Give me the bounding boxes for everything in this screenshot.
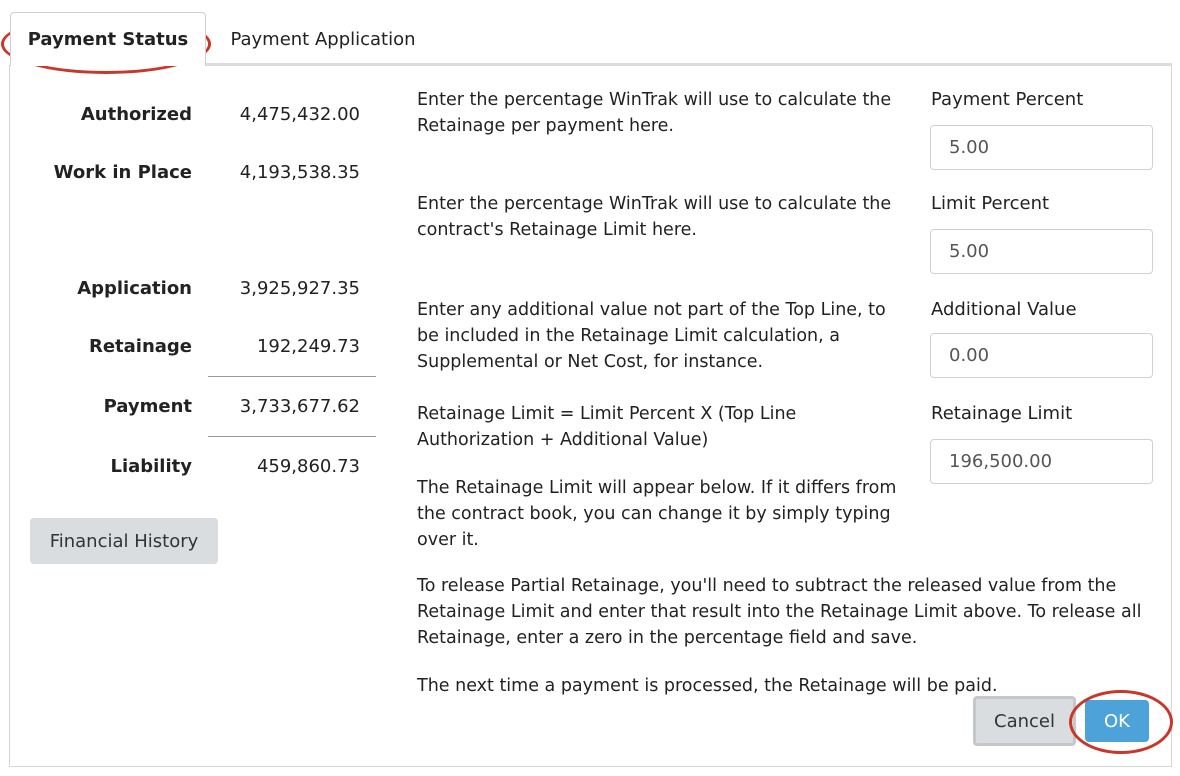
liability-label: Liability bbox=[110, 456, 192, 477]
additional-value-input[interactable] bbox=[930, 333, 1153, 378]
retainage-value: 192,249.73 bbox=[256, 336, 360, 357]
additional-value-label: Additional Value bbox=[931, 299, 1077, 320]
limit-percent-input[interactable] bbox=[930, 229, 1153, 274]
summary-divider bbox=[208, 436, 376, 437]
application-label: Application bbox=[77, 278, 192, 299]
retainage-limit-input[interactable] bbox=[930, 439, 1153, 484]
payment-percent-label: Payment Percent bbox=[931, 89, 1084, 110]
payment-label: Payment bbox=[103, 396, 192, 417]
ok-button[interactable]: OK bbox=[1085, 700, 1149, 742]
authorized-value: 4,475,432.00 bbox=[239, 104, 360, 125]
partial-release-note: To release Partial Retainage, you'll nee… bbox=[417, 576, 1142, 648]
payment-percent-instruction: Enter the percentage WinTrak will use to… bbox=[417, 90, 892, 136]
cancel-button[interactable]: Cancel bbox=[973, 696, 1076, 746]
payment-percent-input[interactable] bbox=[930, 125, 1153, 170]
liability-value: 459,860.73 bbox=[256, 456, 360, 477]
work-in-place-value: 4,193,538.35 bbox=[239, 162, 360, 183]
retainage-limit-label: Retainage Limit bbox=[931, 403, 1073, 424]
work-in-place-label: Work in Place bbox=[53, 162, 192, 183]
authorized-label: Authorized bbox=[80, 104, 192, 125]
next-payment-note: The next time a payment is processed, th… bbox=[417, 676, 998, 696]
tab-payment-application[interactable]: Payment Application bbox=[212, 12, 434, 66]
summary-divider bbox=[208, 376, 376, 377]
limit-percent-instruction: Enter the percentage WinTrak will use to… bbox=[417, 194, 892, 240]
tab-payment-status[interactable]: Payment Status bbox=[10, 12, 206, 66]
additional-value-instruction: Enter any additional value not part of t… bbox=[417, 300, 886, 372]
limit-percent-label: Limit Percent bbox=[931, 193, 1050, 214]
retainage-label: Retainage bbox=[88, 336, 192, 357]
payment-value: 3,733,677.62 bbox=[239, 396, 360, 417]
retainage-formula-text: Retainage Limit = Limit Percent X (Top L… bbox=[417, 404, 797, 450]
retainage-appear-note: The Retainage Limit will appear below. I… bbox=[417, 478, 897, 550]
application-value: 3,925,927.35 bbox=[239, 278, 360, 299]
financial-history-button[interactable]: Financial History bbox=[30, 518, 218, 564]
